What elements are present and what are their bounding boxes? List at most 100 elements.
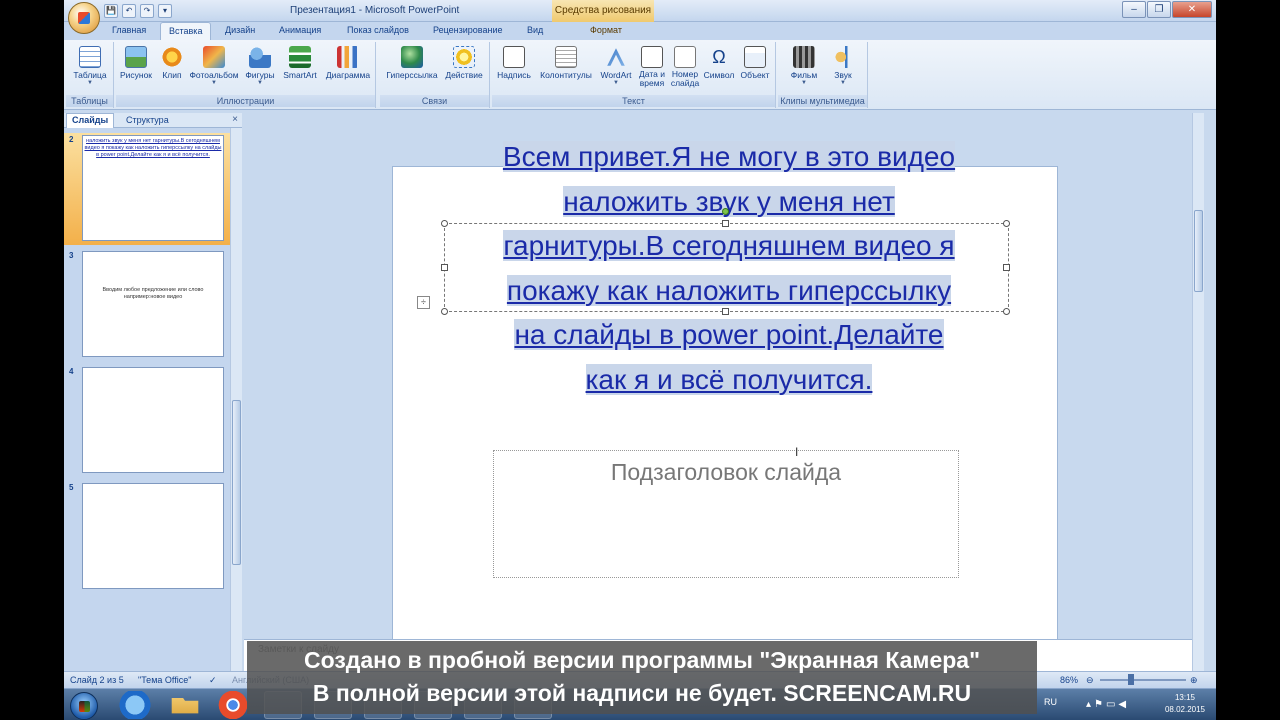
resize-handle[interactable] bbox=[722, 308, 729, 315]
autofit-options-icon[interactable]: ÷ bbox=[417, 296, 430, 309]
smartart-icon bbox=[289, 46, 311, 68]
wordart-button[interactable]: WordArt ▼ bbox=[596, 46, 636, 86]
movie-button[interactable]: Фильм ▼ bbox=[784, 46, 824, 86]
maximize-button[interactable]: ❐ bbox=[1147, 1, 1171, 18]
resize-handle[interactable] bbox=[722, 220, 729, 227]
slide-thumbnail-row[interactable]: 4 bbox=[64, 365, 230, 477]
slide-thumbnail[interactable] bbox=[82, 367, 224, 473]
tab-slides[interactable]: Слайды bbox=[66, 113, 115, 128]
tab-view[interactable]: Вид bbox=[527, 25, 543, 35]
slide-counter: Слайд 2 из 5 bbox=[70, 675, 124, 685]
selection-frame bbox=[441, 208, 1010, 315]
tab-outline[interactable]: Структура bbox=[126, 115, 169, 125]
object-button[interactable]: Объект bbox=[736, 46, 774, 80]
slide-thumbnail[interactable] bbox=[82, 483, 224, 589]
date-time-button[interactable]: Дата и время bbox=[636, 46, 668, 88]
smartart-button[interactable]: SmartArt bbox=[280, 46, 320, 80]
sound-button[interactable]: Звук ▼ bbox=[824, 46, 862, 86]
slide-number-button[interactable]: Номер слайда bbox=[668, 46, 702, 88]
shapes-button[interactable]: Фигуры ▼ bbox=[242, 46, 278, 86]
zoom-out-icon[interactable]: ⊖ bbox=[1086, 675, 1094, 686]
chart-button[interactable]: Диаграмма bbox=[322, 46, 374, 80]
explorer-folder-icon[interactable] bbox=[171, 698, 199, 714]
textbox-button[interactable]: Надпись bbox=[494, 46, 534, 80]
resize-handle[interactable] bbox=[441, 264, 448, 271]
system-clock[interactable]: 13:15 08.02.2015 bbox=[1162, 692, 1208, 716]
start-button[interactable] bbox=[70, 692, 98, 720]
tab-insert[interactable]: Вставка bbox=[160, 22, 212, 41]
textbox-icon bbox=[503, 46, 525, 68]
left-letterbox bbox=[0, 0, 64, 720]
slide-number: 3 bbox=[69, 251, 74, 260]
dropdown-arrow-icon: ▼ bbox=[840, 80, 846, 86]
group-tables: Таблица ▼ Таблицы bbox=[66, 42, 114, 108]
window-title: Презентация1 - Microsoft PowerPoint bbox=[290, 5, 460, 16]
scrollbar-thumb[interactable] bbox=[232, 400, 241, 565]
clip-button[interactable]: Клип bbox=[156, 46, 188, 80]
hyperlink-button[interactable]: Гиперссылка bbox=[382, 46, 442, 80]
dropdown-arrow-icon: ▼ bbox=[613, 80, 619, 86]
close-button[interactable]: ✕ bbox=[1172, 1, 1212, 18]
wordart-icon bbox=[607, 48, 625, 66]
drawing-tools-context: Средства рисования bbox=[552, 0, 654, 22]
tab-slideshow[interactable]: Показ слайдов bbox=[347, 25, 409, 35]
table-icon bbox=[79, 46, 101, 68]
tab-home[interactable]: Главная bbox=[112, 25, 146, 35]
customize-qat-button[interactable]: ▾ bbox=[158, 4, 172, 18]
zoom-level[interactable]: 86% bbox=[1060, 675, 1078, 685]
chart-icon bbox=[337, 46, 359, 68]
redo-button[interactable]: ↷ bbox=[140, 4, 154, 18]
editor-scrollbar[interactable] bbox=[1192, 113, 1204, 671]
dropdown-arrow-icon: ▼ bbox=[211, 80, 217, 86]
calendar-icon bbox=[641, 46, 663, 68]
window-controls: – ❐ ✕ bbox=[1122, 1, 1212, 18]
slide-thumbnail[interactable]: Вводим любое предложение или слово напри… bbox=[82, 251, 224, 357]
slide-thumbnail-row[interactable]: 2 наложить звук у меня нет гарнитуры.В с… bbox=[64, 133, 230, 245]
resize-handle[interactable] bbox=[1003, 220, 1010, 227]
spellcheck-icon[interactable]: ✓ bbox=[209, 675, 217, 686]
resize-handle[interactable] bbox=[441, 220, 448, 227]
tray-icons[interactable]: ▴⚑▭◀ bbox=[1086, 699, 1129, 710]
subtitle-placeholder[interactable]: Подзаголовок слайда bbox=[493, 450, 959, 578]
slide-number: 5 bbox=[69, 483, 74, 492]
ribbon: Таблица ▼ Таблицы Рисунок Клип Фотоальбо… bbox=[64, 40, 1216, 110]
office-button[interactable] bbox=[68, 2, 100, 34]
keyboard-language[interactable]: RU bbox=[1044, 697, 1057, 707]
photo-album-icon bbox=[203, 46, 225, 68]
rotate-handle[interactable] bbox=[722, 208, 729, 215]
tab-review[interactable]: Рецензирование bbox=[433, 25, 503, 35]
internet-explorer-icon[interactable] bbox=[116, 691, 154, 719]
resize-handle[interactable] bbox=[1003, 308, 1010, 315]
picture-icon bbox=[125, 46, 147, 68]
resize-handle[interactable] bbox=[441, 308, 448, 315]
tab-design[interactable]: Дизайн bbox=[225, 25, 255, 35]
group-label-links: Связи bbox=[380, 95, 489, 107]
close-panel-icon[interactable]: × bbox=[232, 114, 238, 125]
header-footer-button[interactable]: Колонтитулы bbox=[536, 46, 596, 80]
save-button[interactable]: 💾 bbox=[104, 4, 118, 18]
group-illustrations: Рисунок Клип Фотоальбом ▼ Фигуры ▼ Smart… bbox=[116, 42, 376, 108]
slide-thumbnail[interactable]: наложить звук у меня нет гарнитуры.В сег… bbox=[82, 135, 224, 241]
resize-handle[interactable] bbox=[1003, 264, 1010, 271]
photo-album-button[interactable]: Фотоальбом ▼ bbox=[188, 46, 240, 86]
minimize-button[interactable]: – bbox=[1122, 1, 1146, 18]
zoom-slider-knob[interactable] bbox=[1128, 674, 1134, 685]
clipart-icon bbox=[161, 46, 183, 68]
tab-animation[interactable]: Анимация bbox=[279, 25, 321, 35]
scrollbar-thumb[interactable] bbox=[1194, 210, 1203, 292]
table-button[interactable]: Таблица ▼ bbox=[70, 46, 110, 86]
symbol-button[interactable]: Ω Символ bbox=[702, 46, 736, 80]
slide-thumbnail-row[interactable]: 3 Вводим любое предложение или слово нап… bbox=[64, 249, 230, 361]
text-cursor-icon: I bbox=[795, 445, 799, 459]
zoom-slider[interactable] bbox=[1100, 679, 1186, 681]
tab-format[interactable]: Формат bbox=[590, 25, 622, 35]
zoom-in-icon[interactable]: ⊕ bbox=[1190, 675, 1198, 686]
picture-button[interactable]: Рисунок bbox=[118, 46, 154, 80]
undo-button[interactable]: ↶ bbox=[122, 4, 136, 18]
ribbon-tabs: Главная Вставка Дизайн Анимация Показ сл… bbox=[64, 22, 1216, 41]
slide-thumbnail-row[interactable]: 5 bbox=[64, 481, 230, 593]
action-button[interactable]: Действие bbox=[442, 46, 486, 80]
theme-name: "Тема Office" bbox=[138, 675, 192, 685]
slides-panel-scrollbar[interactable] bbox=[230, 128, 242, 671]
group-label-illustrations: Иллюстрации bbox=[116, 95, 375, 107]
